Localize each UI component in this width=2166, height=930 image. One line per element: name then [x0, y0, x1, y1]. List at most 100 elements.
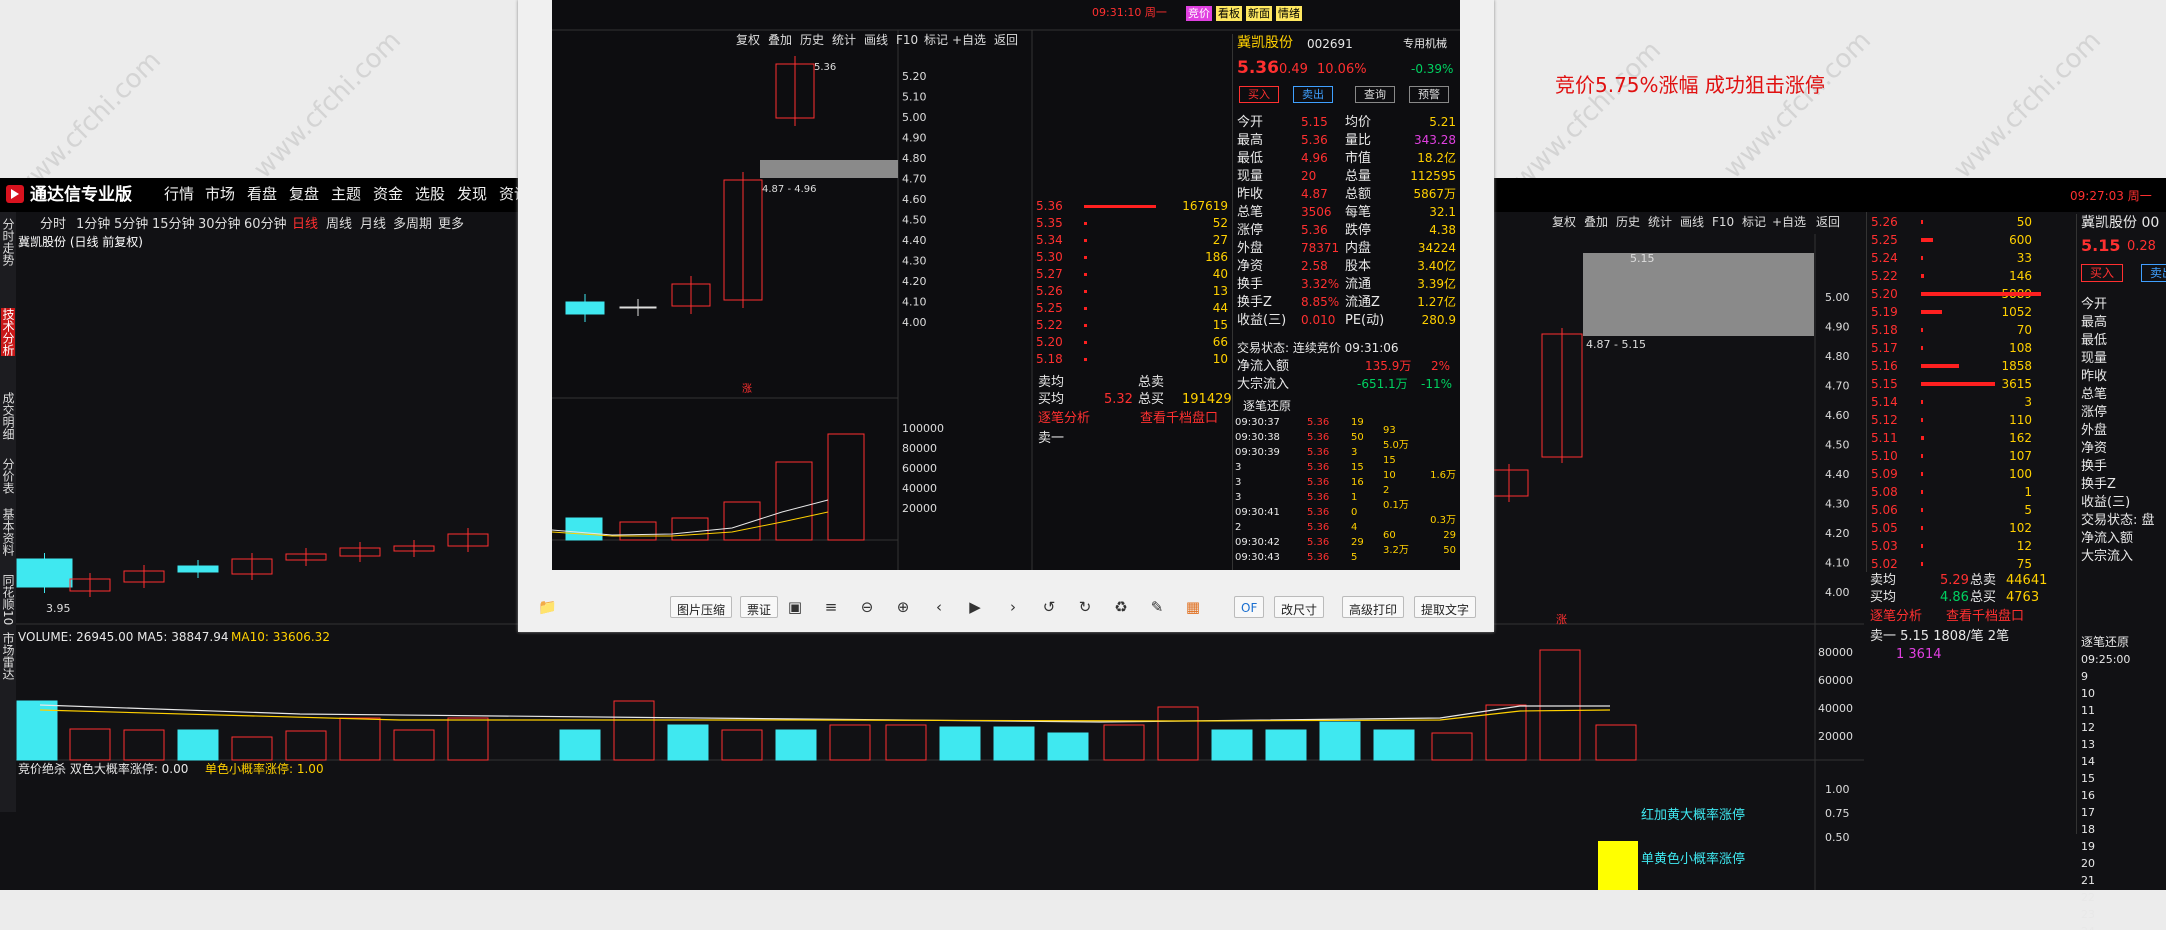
indicator-note-1: 红加黄大概率涨停: [1641, 808, 1746, 823]
sell-button[interactable]: 卖出: [2141, 264, 2166, 282]
zoom-out-icon[interactable]: ⊖: [858, 598, 876, 616]
toolbar-item[interactable]: 历史: [1616, 216, 1640, 228]
toolbar-item[interactable]: 返回: [1816, 216, 1840, 228]
toolbar-item[interactable]: 叠加: [768, 34, 792, 46]
stat-label: 现量: [1237, 169, 1264, 184]
rotate-left-icon[interactable]: ↺: [1040, 598, 1058, 616]
price-tick: 4.70: [1825, 380, 1850, 393]
book-price: 5.09: [1871, 467, 1898, 481]
indicator-tick: 1.00: [1825, 783, 1850, 796]
stat-label: 内盘: [1345, 241, 1372, 256]
toolbar-item[interactable]: 统计: [832, 34, 856, 46]
volume-bar: [339, 717, 381, 761]
ticket-button[interactable]: 票证: [740, 596, 779, 618]
popup-tab[interactable]: 竞价: [1186, 6, 1212, 21]
quote-field-label: 净资: [2081, 441, 2108, 456]
query-button[interactable]: 查询: [1355, 86, 1395, 103]
actual-size-icon[interactable]: ≡: [822, 598, 840, 616]
popup-tab[interactable]: 看板: [1216, 6, 1242, 21]
netflow-pct: 2%: [1431, 359, 1451, 373]
volume-bar: [775, 461, 813, 541]
book-price: 5.35: [1036, 216, 1063, 230]
prev-icon[interactable]: ‹: [930, 598, 948, 616]
stat-label: 均价: [1345, 115, 1372, 130]
volume-bar: [829, 724, 871, 761]
zoom-in-icon[interactable]: ⊕: [894, 598, 912, 616]
toolbar-item[interactable]: 复权: [1552, 216, 1576, 228]
popup-tab[interactable]: 情绪: [1276, 6, 1302, 21]
ocr-button[interactable]: 提取文字: [1414, 596, 1477, 618]
annotation-text: 竞价5.75%涨幅 成功狙击涨停: [1555, 73, 1825, 97]
toolbar-item[interactable]: 统计: [1648, 216, 1672, 228]
tick-price: 5.36: [1307, 462, 1330, 473]
depth-link[interactable]: 查看千档盘口: [1946, 610, 2024, 623]
toolbar-item[interactable]: +自选: [952, 34, 986, 46]
print-button[interactable]: 高级打印: [1342, 596, 1405, 618]
tick-analysis-link[interactable]: 逐笔分析: [1038, 412, 1090, 425]
toolbar-item[interactable]: 画线: [1680, 216, 1704, 228]
toolbar-item[interactable]: 标记: [1742, 216, 1766, 228]
book-bar: [1921, 472, 1924, 476]
folder-icon[interactable]: 📁: [538, 598, 557, 616]
toolbar-item[interactable]: 叠加: [1584, 216, 1608, 228]
book-price: 5.08: [1871, 485, 1898, 499]
book-bar: [1084, 256, 1087, 259]
volume-bar: [565, 517, 603, 541]
edit-icon[interactable]: ✎: [1148, 598, 1166, 616]
stat-label: 涨停: [1237, 223, 1264, 238]
book-bar: [1921, 508, 1923, 512]
book-price: 5.26: [1036, 284, 1063, 298]
next-icon[interactable]: ›: [1004, 598, 1022, 616]
resize-button[interactable]: 改尺寸: [1274, 596, 1325, 618]
buy-button[interactable]: 买入: [1239, 86, 1279, 103]
tick-time: 10: [2081, 687, 2095, 700]
stat-label: 每笔: [1345, 205, 1372, 220]
volume-bar: [1431, 732, 1473, 761]
sell-one-row: 卖一 5.15 1808/笔 2笔: [1870, 629, 2010, 644]
toolbar-item[interactable]: 返回: [994, 34, 1018, 46]
volume-bar: [613, 700, 655, 761]
toolbar-item[interactable]: +自选: [1772, 216, 1806, 228]
delete-icon[interactable]: ♻: [1112, 598, 1130, 616]
book-bar: [1921, 364, 1959, 368]
apps-icon[interactable]: ▦: [1184, 598, 1202, 616]
book-price: 5.20: [1871, 287, 1898, 301]
block-label: 大宗流入: [1237, 377, 1290, 392]
toolbar-item[interactable]: 历史: [800, 34, 824, 46]
toolbar-item[interactable]: F10: [1712, 216, 1734, 228]
of-button[interactable]: OF: [1234, 596, 1265, 618]
stat-label: 今开: [1237, 115, 1264, 130]
book-bar: [1084, 222, 1087, 225]
tick-time: 21: [2081, 874, 2095, 887]
toolbar-item[interactable]: 复权: [736, 34, 760, 46]
monitor-icon[interactable]: ▣: [786, 598, 804, 616]
toolbar-item[interactable]: 画线: [864, 34, 888, 46]
toolbar-item[interactable]: F10: [896, 34, 918, 46]
stat-label: 最低: [1237, 151, 1264, 166]
popup-tab[interactable]: 新面: [1246, 6, 1272, 21]
book-volume: 167619: [1182, 199, 1228, 213]
toolbar-item[interactable]: 标记: [924, 34, 948, 46]
volume-bar: [231, 736, 273, 761]
book-volume: 600: [2009, 233, 2032, 247]
volume-bar: [1265, 729, 1307, 761]
price-tick: 4.40: [902, 234, 927, 247]
depth-link[interactable]: 查看千档盘口: [1140, 412, 1218, 425]
tick-time: 3: [1235, 492, 1242, 503]
rotate-right-icon[interactable]: ↻: [1076, 598, 1094, 616]
tick-analysis-link[interactable]: 逐笔分析: [1870, 610, 1922, 623]
buy-button[interactable]: 买入: [2081, 264, 2124, 282]
price-tick: 4.20: [1825, 527, 1850, 540]
quote-field-label: 最低: [2081, 333, 2108, 348]
volume-tick: 60000: [902, 462, 937, 475]
indicator-tick: 0.75: [1825, 807, 1850, 820]
alert-button[interactable]: 预警: [1409, 86, 1449, 103]
sell-button[interactable]: 卖出: [1293, 86, 1333, 103]
book-bar: [1921, 490, 1923, 494]
book-bar: [1921, 400, 1923, 404]
slideshow-icon[interactable]: ▶: [966, 598, 984, 616]
book-bar: [1921, 454, 1924, 458]
compress-button[interactable]: 图片压缩: [670, 596, 733, 618]
image-viewer-window: 5.20 5.10 5.00 4.90 4.80 4.70 4.60 4.50 4.40 4.30…: [518, 0, 1494, 632]
tick-side-volume: 29: [1443, 530, 1456, 541]
